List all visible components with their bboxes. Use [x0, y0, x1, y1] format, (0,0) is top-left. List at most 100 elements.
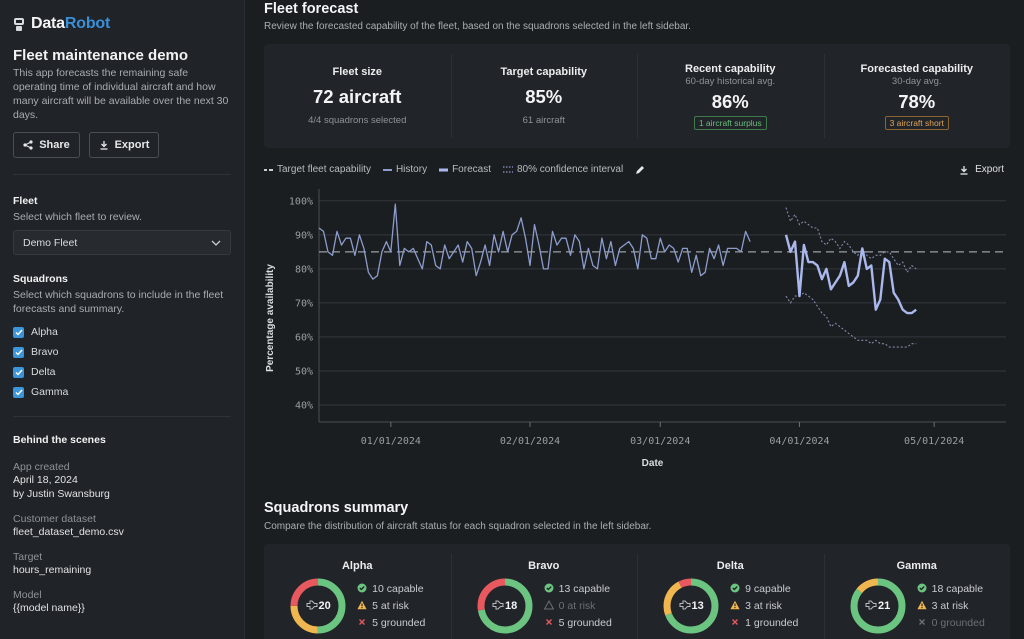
fleet-hint: Select which fleet to review.	[13, 211, 142, 223]
chart-export-button[interactable]: Export	[959, 164, 1004, 175]
export-label: Export	[114, 139, 150, 151]
forecast-line	[784, 234, 917, 315]
chart-legend: Target fleet capability History Forecast…	[264, 164, 645, 175]
squadron-label: Gamma	[31, 386, 69, 398]
kpi-panel: Fleet size 72 aircraft 4/4 squadrons sel…	[264, 44, 1010, 148]
legend-item-target[interactable]: Target fleet capability	[264, 164, 371, 175]
squadron-card: Bravo 18 13 capable 0 at risk 5 grounded	[450, 544, 638, 639]
ci-lower-line	[785, 292, 917, 348]
kpi-foot: 4/4 squadrons selected	[308, 115, 407, 126]
kpi-title: Fleet size	[332, 66, 383, 78]
app-description: This app forecasts the remaining safe op…	[13, 67, 229, 121]
stat-label: 10 capable	[372, 583, 424, 595]
y-tick-label: 80%	[295, 264, 313, 275]
solid-line-icon	[382, 168, 392, 171]
y-tick-label: 70%	[295, 298, 313, 309]
stat-at-risk: 3 at risk	[917, 599, 985, 613]
model-label: Model	[13, 589, 42, 601]
x-tick-label: 04/01/2024	[769, 436, 829, 447]
squadrons-summary-title: Squadrons summary	[264, 500, 409, 516]
history-line	[318, 203, 751, 280]
kpi-title: Target capability	[500, 66, 588, 78]
x-mark-icon	[730, 617, 740, 630]
x-tick-label: 05/01/2024	[904, 436, 964, 447]
logo-text-robot: Robot	[64, 15, 111, 32]
download-icon	[100, 141, 108, 150]
squadron-card: Delta 13 9 capable 3 at risk 1 grounded	[637, 544, 824, 639]
stat-grounded: 1 grounded	[730, 616, 798, 630]
stat-capable: 13 capable	[544, 582, 612, 596]
datarobot-logo: DataRobot	[13, 14, 231, 34]
legend-item-history[interactable]: History	[382, 164, 428, 175]
y-tick-label: 50%	[295, 366, 313, 377]
checkbox-checked-icon[interactable]	[13, 326, 24, 338]
stat-label: 3 at risk	[931, 600, 969, 612]
checkbox-checked-icon[interactable]	[13, 366, 24, 378]
check-circle-icon	[730, 583, 740, 596]
fleet-forecast-title: Fleet forecast	[264, 1, 359, 17]
checkbox-checked-icon[interactable]	[13, 346, 24, 358]
share-label: Share	[39, 139, 70, 151]
behind-scenes-title: Behind the scenes	[13, 434, 106, 446]
share-icon	[23, 140, 33, 150]
app-created-by: by Justin Swansburg	[13, 488, 110, 500]
stat-grounded: 5 grounded	[357, 616, 425, 630]
y-tick-label: 100%	[289, 196, 313, 207]
shortage-badge: 3 aircraft short	[884, 115, 949, 130]
stat-at-risk: 0 at risk	[543, 599, 612, 613]
kpi-hint: 30-day avg.	[891, 75, 942, 87]
squadron-checkbox-delta[interactable]: Delta	[13, 362, 231, 382]
status-donut: 18	[476, 577, 534, 635]
capability-chart: 100% 90% 80% 70% 60% 50% 40% 01/01/2024 02/01/20…	[265, 189, 1006, 469]
squadron-checkbox-bravo[interactable]: Bravo	[13, 342, 231, 362]
legend-label: 80% confidence interval	[516, 164, 624, 175]
kpi-title: Recent capability	[685, 62, 776, 75]
dataset-label: Customer dataset	[13, 513, 96, 525]
squadron-name: Delta	[716, 560, 744, 572]
warning-triangle-icon	[917, 600, 927, 613]
stat-label: 13 capable	[558, 583, 611, 595]
kpi-target-capability: Target capability 85% 61 aircraft	[450, 44, 638, 148]
main-content: Fleet forecast Review the forecasted cap…	[246, 0, 1024, 639]
squadron-checkbox-gamma[interactable]: Gamma	[13, 382, 231, 402]
legend-label: Forecast	[452, 164, 491, 175]
squadron-checklist: Alpha Bravo Delta Gamma	[13, 322, 231, 402]
warning-triangle-icon	[543, 599, 555, 613]
app-created-date: April 18, 2024	[13, 474, 78, 486]
legend-item-confidence[interactable]: 80% confidence interval	[502, 164, 624, 175]
dotted-band-icon	[502, 166, 513, 173]
edit-pencil-icon[interactable]	[635, 165, 645, 175]
squadron-checkbox-alpha[interactable]: Alpha	[13, 322, 231, 342]
squadron-card: Alpha 20 10 capable 5 at risk 5 grounded	[264, 544, 451, 639]
stat-capable: 18 capable	[917, 582, 985, 596]
kpi-value: 78%	[898, 90, 936, 112]
chevron-down-icon	[211, 240, 221, 246]
squadron-label: Bravo	[31, 346, 59, 358]
legend-item-forecast[interactable]: Forecast	[439, 164, 491, 175]
squadron-card: Gamma 21 18 capable 3 at risk 0 grounded	[823, 544, 1011, 639]
y-tick-label: 90%	[295, 230, 313, 241]
check-circle-icon	[917, 583, 927, 596]
fleet-select[interactable]: Demo Fleet	[13, 230, 231, 255]
stat-label: 3 at risk	[745, 600, 782, 612]
divider	[13, 174, 231, 175]
stat-capable: 10 capable	[357, 582, 425, 596]
ci-upper-line	[785, 207, 917, 274]
export-button[interactable]: Export	[89, 132, 159, 158]
chart-export-label: Export	[975, 164, 1004, 175]
checkbox-checked-icon[interactable]	[13, 386, 24, 398]
kpi-hint: 60-day historical avg.	[685, 75, 776, 87]
stat-grounded: 5 grounded	[544, 616, 612, 630]
target-value: hours_remaining	[13, 564, 92, 576]
kpi-value: 86%	[711, 90, 749, 112]
fleet-select-value: Demo Fleet	[23, 236, 78, 249]
stat-label: 5 grounded	[372, 617, 426, 629]
model-value: {{model name}}	[13, 602, 85, 614]
stat-label: 0 at risk	[558, 600, 596, 612]
stat-at-risk: 5 at risk	[357, 599, 425, 613]
kpi-recent-capability: Recent capability 60-day historical avg.…	[637, 44, 824, 148]
share-button[interactable]: Share	[13, 132, 80, 158]
legend-label: History	[395, 164, 428, 175]
warning-triangle-icon	[357, 600, 367, 613]
kpi-fleet-size: Fleet size 72 aircraft 4/4 squadrons sel…	[264, 44, 451, 148]
